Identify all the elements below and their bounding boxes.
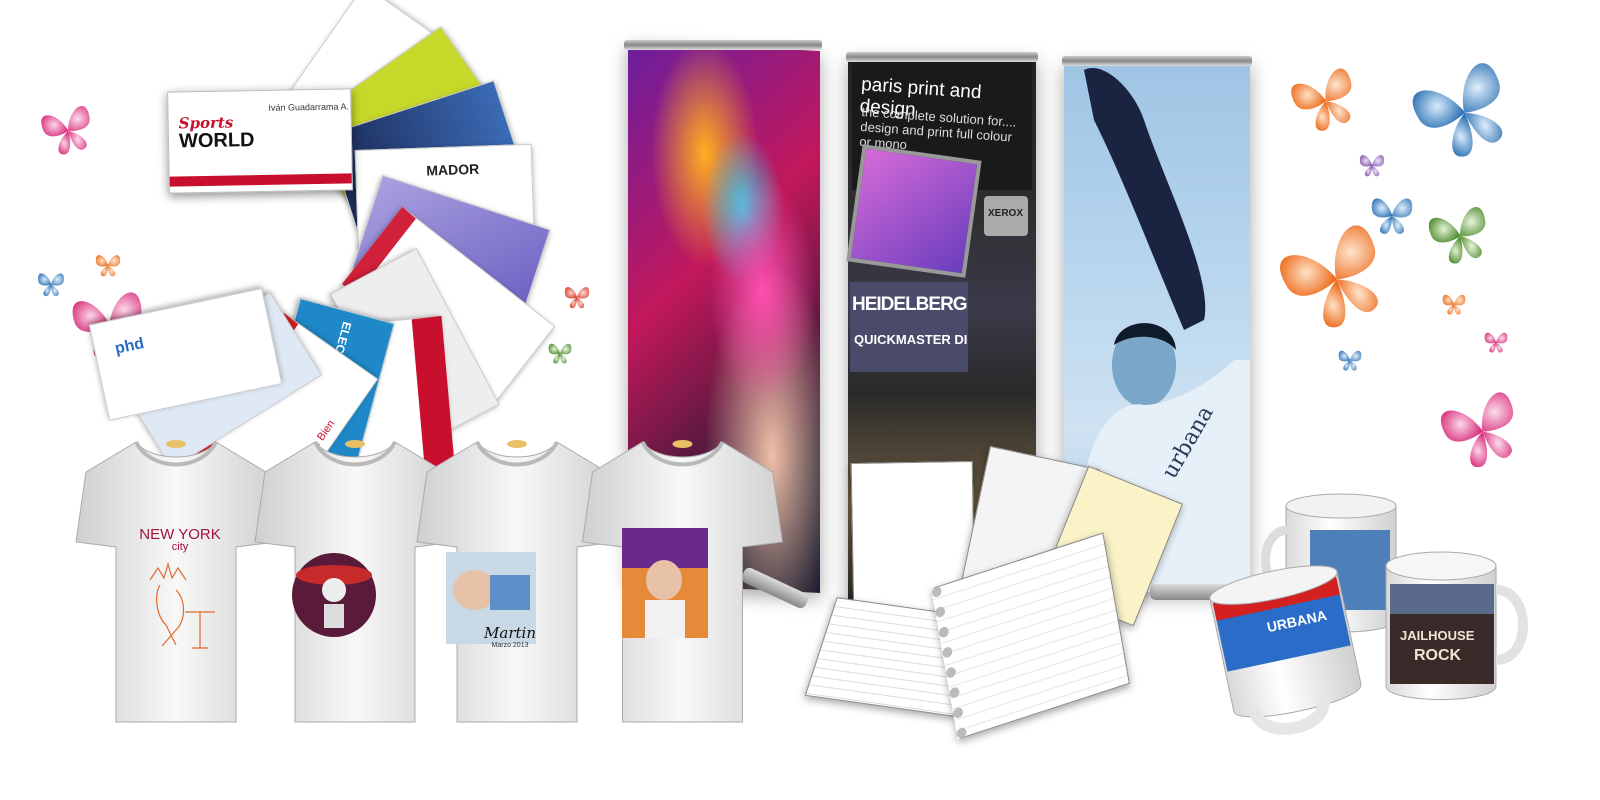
tshirt-1 [76,440,276,722]
banner-top-bar [846,52,1038,62]
printer-screen [846,144,982,278]
butterfly-icon [1426,205,1495,269]
butterfly-icon [1338,350,1362,371]
xerox-badge: XEROX [984,196,1028,236]
tshirt-1-print: NEW YORK city [130,526,230,553]
butterfly-icon [1442,294,1466,315]
butterfly-icon [1359,155,1385,177]
butterfly-icon [1371,198,1413,234]
tshirt-3-date: Marzo 2013 [491,642,529,649]
tshirt-3-name: Martin [484,624,536,642]
tshirt-3-print: Martin Marzo 2013 [470,624,550,649]
mug-jailhouse-line1: JAILHOUSE [1400,628,1475,643]
tshirts-layer [0,0,800,800]
butterfly-icon [1437,389,1528,475]
mugs-layer: URBANA JAILHOUSE ROCK [1209,493,1528,735]
banner-top-bar [1062,56,1252,66]
xerox-label: XEROX [988,208,1024,219]
mug-jailhouse: JAILHOUSE ROCK [1385,551,1528,700]
butterfly-icon [1484,332,1508,353]
butterfly-icon [1288,66,1364,137]
heidelberg-panel: HEIDELBERG QUICKMASTER DI [850,282,968,372]
heidelberg-label: HEIDELBERG [852,294,968,315]
mug-jailhouse-line2: ROCK [1414,647,1462,664]
quickmaster-label: QUICKMASTER DI [854,332,968,347]
butterfly-icon [1408,59,1522,168]
butterfly-icon [1275,221,1400,340]
